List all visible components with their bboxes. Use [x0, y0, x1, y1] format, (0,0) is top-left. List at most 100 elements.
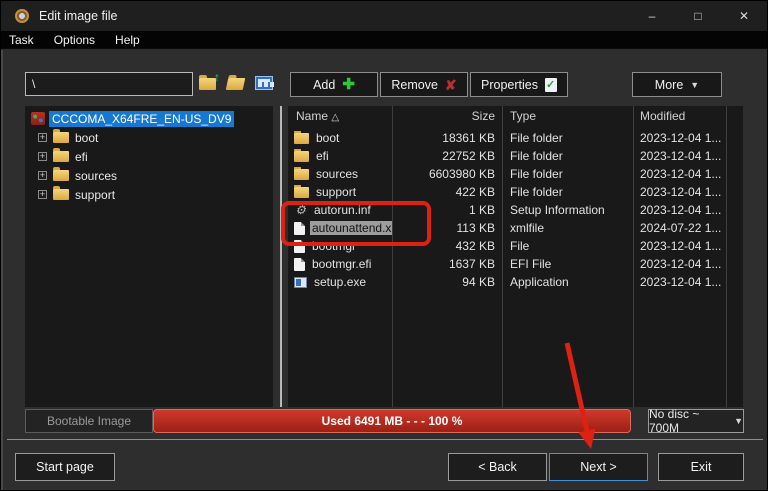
- open-folder-icon[interactable]: [225, 74, 246, 91]
- more-button-label: More: [654, 77, 684, 92]
- file-name: boot: [316, 131, 340, 145]
- plus-icon: ✚: [342, 76, 355, 93]
- expand-icon[interactable]: +: [38, 171, 47, 180]
- table-row[interactable]: boot 18361 KB File folder 2023-12-04 1..…: [288, 130, 743, 148]
- tree-item-efi[interactable]: + efi: [29, 147, 273, 166]
- tree-item-boot[interactable]: + boot: [29, 128, 273, 147]
- folder-icon: [294, 167, 309, 180]
- folder-icon: [53, 129, 69, 143]
- file-name: efi: [316, 149, 329, 163]
- tree-root-node[interactable]: CCCOMA_X64FRE_EN-US_DV9: [29, 109, 273, 128]
- table-row[interactable]: sources 6603980 KB File folder 2023-12-0…: [288, 166, 743, 184]
- column-header-modified[interactable]: Modified: [640, 109, 685, 123]
- tree-item-label: efi: [75, 149, 88, 164]
- tree-item-sources[interactable]: + sources: [29, 166, 273, 185]
- folder-icon: [294, 185, 309, 198]
- sort-ascending-icon: △: [331, 112, 340, 123]
- expand-icon[interactable]: +: [38, 190, 47, 199]
- file-name: support: [316, 185, 357, 199]
- disc-size-label: No disc ~ 700M: [649, 407, 700, 435]
- usage-progress-bar: Used 6491 MB - - - 100 %: [153, 409, 631, 433]
- file-modified: 2024-07-22 1...: [640, 221, 722, 235]
- add-button-label: Add: [313, 77, 336, 92]
- close-button[interactable]: ✕: [721, 1, 767, 31]
- disc-size-dropdown[interactable]: No disc ~ 700M ▼: [648, 407, 744, 435]
- file-modified: 2023-12-04 1...: [640, 167, 722, 181]
- window-title: Edit image file: [39, 9, 118, 23]
- panel-divider[interactable]: [280, 106, 282, 407]
- tree-item-label: sources: [75, 168, 118, 183]
- file-name: sources: [316, 167, 359, 181]
- footer-separator: [7, 439, 763, 440]
- column-header-type[interactable]: Type: [510, 109, 536, 123]
- file-size: 6603980 KB: [428, 167, 495, 181]
- column-header-size[interactable]: Size: [395, 109, 495, 123]
- tree-item-label: boot: [75, 130, 99, 145]
- file-modified: 2023-12-04 1...: [640, 149, 722, 163]
- remove-button[interactable]: Remove ✘: [380, 72, 468, 97]
- folder-icon: [294, 131, 309, 144]
- app-disc-icon: [15, 9, 29, 23]
- checked-document-icon: [544, 77, 557, 92]
- table-row[interactable]: setup.exe 94 KB Application 2023-12-04 1…: [288, 274, 743, 292]
- file-type: File folder: [510, 131, 563, 145]
- file-modified: 2023-12-04 1...: [640, 185, 722, 199]
- file-type: File folder: [510, 149, 563, 163]
- table-row[interactable]: bootmgr.efi 1637 KB EFI File 2023-12-04 …: [288, 256, 743, 274]
- menu-help[interactable]: Help: [105, 31, 150, 49]
- minimize-button[interactable]: –: [629, 1, 675, 31]
- menu-bar: Task Options Help: [1, 31, 767, 49]
- add-button[interactable]: Add ✚: [290, 72, 378, 97]
- start-page-button[interactable]: Start page: [15, 453, 115, 481]
- file-modified: 2023-12-04 1...: [640, 257, 722, 271]
- column-header-name[interactable]: Name △: [296, 109, 339, 123]
- file-type: File folder: [510, 185, 563, 199]
- properties-button[interactable]: Properties: [470, 72, 568, 97]
- disc-image-icon: [31, 112, 45, 125]
- list-header: Name △ Size Type Modified: [288, 106, 743, 127]
- folder-tree: CCCOMA_X64FRE_EN-US_DV9 + boot + efi + s…: [25, 106, 273, 407]
- back-button[interactable]: < Back: [448, 453, 547, 481]
- remove-button-label: Remove: [391, 77, 438, 92]
- file-type: File: [510, 239, 530, 253]
- application-icon: [294, 276, 307, 288]
- file-type: xmlfile: [510, 221, 545, 235]
- file-icon: [294, 257, 305, 271]
- menu-options[interactable]: Options: [44, 31, 105, 49]
- file-type: Setup Information: [510, 203, 605, 217]
- bootable-image-label: Bootable Image: [25, 409, 153, 433]
- file-name: setup.exe: [314, 275, 367, 289]
- expand-icon[interactable]: +: [38, 152, 47, 161]
- annotation-highlight-box: [281, 201, 431, 246]
- table-row[interactable]: support 422 KB File folder 2023-12-04 1.…: [288, 184, 743, 202]
- file-size: 22752 KB: [442, 149, 495, 163]
- file-size: 18361 KB: [442, 131, 495, 145]
- file-modified: 2023-12-04 1...: [640, 203, 722, 217]
- details-view-icon[interactable]: [255, 76, 273, 90]
- file-name: bootmgr.efi: [312, 257, 372, 271]
- chevron-down-icon: ▼: [690, 79, 700, 90]
- tree-root-label: CCCOMA_X64FRE_EN-US_DV9: [49, 110, 235, 127]
- file-modified: 2023-12-04 1...: [640, 131, 722, 145]
- next-button[interactable]: Next >: [549, 453, 648, 481]
- exit-button[interactable]: Exit: [658, 453, 744, 481]
- folder-icon: [53, 148, 69, 162]
- file-type: File folder: [510, 167, 563, 181]
- column-header-name-label: Name: [296, 109, 329, 123]
- file-type: Application: [510, 275, 569, 289]
- usage-progress-text: Used 6491 MB - - - 100 %: [321, 414, 463, 428]
- more-button[interactable]: More ▼: [632, 72, 722, 97]
- file-size: 1637 KB: [448, 257, 495, 271]
- table-row[interactable]: efi 22752 KB File folder 2023-12-04 1...: [288, 148, 743, 166]
- tree-item-support[interactable]: + support: [29, 185, 273, 204]
- chevron-down-icon: ▼: [734, 416, 743, 426]
- title-bar[interactable]: Edit image file – □ ✕: [1, 1, 767, 31]
- path-input[interactable]: [25, 72, 193, 96]
- tree-item-label: support: [75, 187, 116, 202]
- menu-task[interactable]: Task: [9, 31, 44, 49]
- folder-icon: [53, 186, 69, 200]
- maximize-button[interactable]: □: [675, 1, 721, 31]
- file-type: EFI File: [510, 257, 552, 271]
- new-folder-icon[interactable]: ↑: [199, 70, 220, 91]
- expand-icon[interactable]: +: [38, 133, 47, 142]
